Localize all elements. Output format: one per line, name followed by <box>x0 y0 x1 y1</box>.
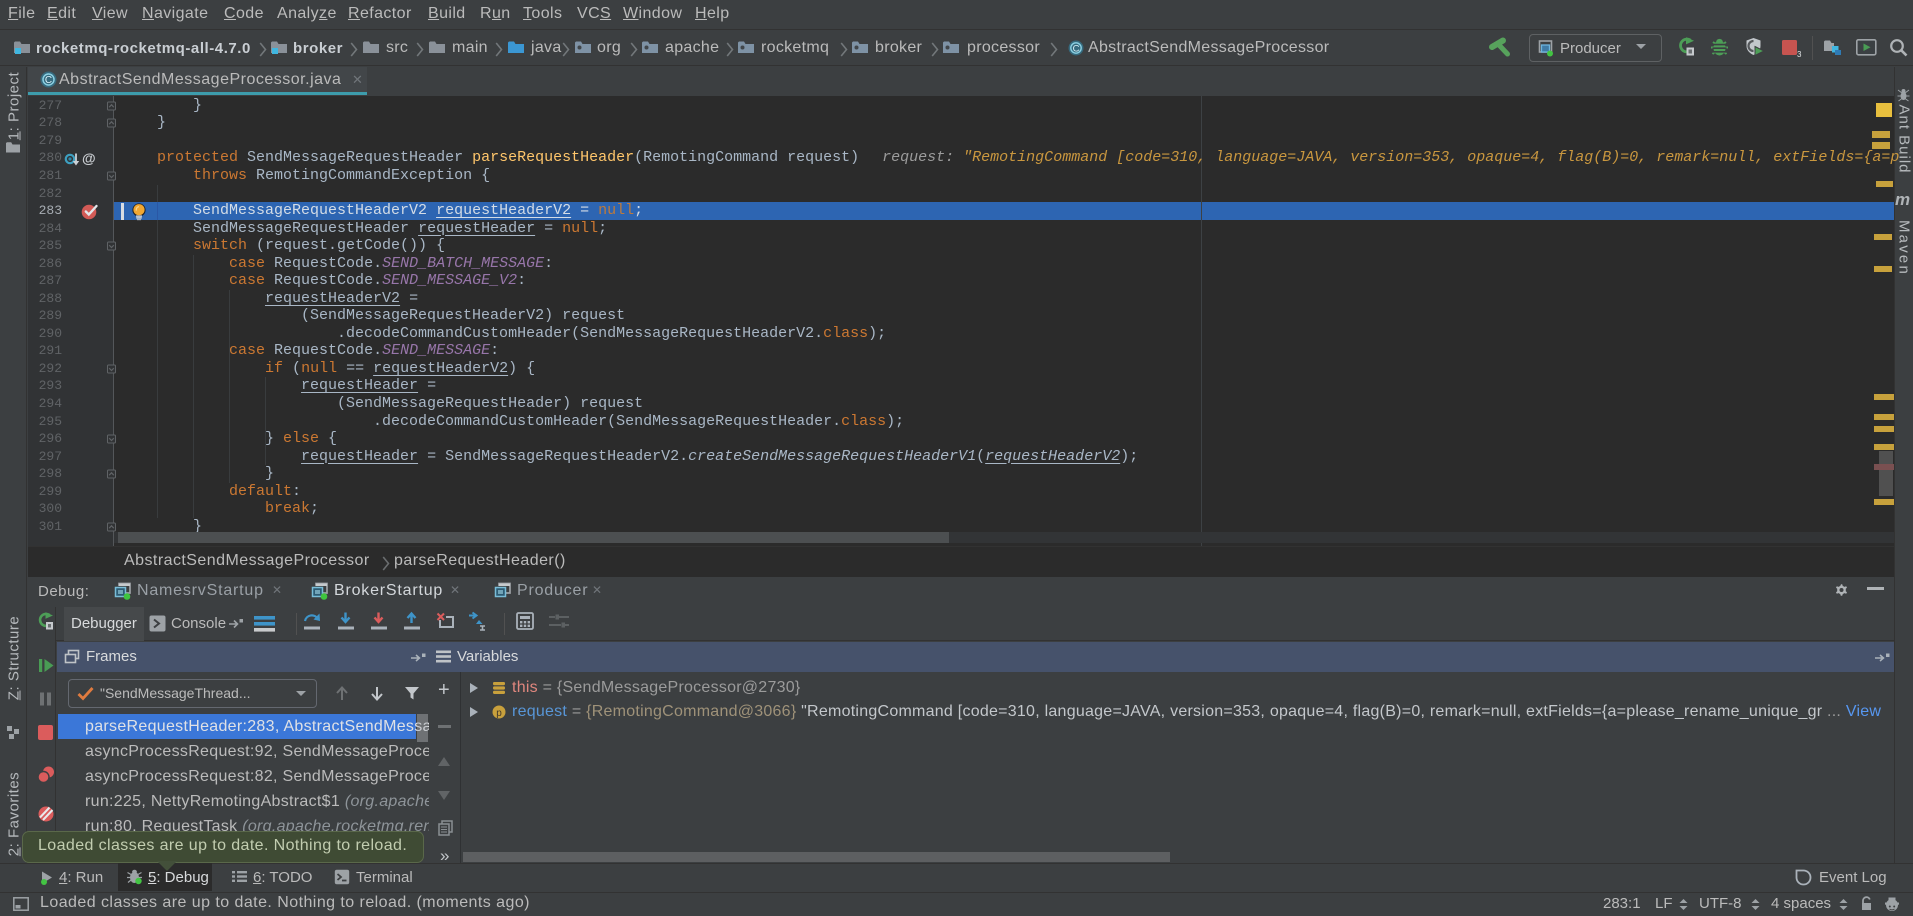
svg-text:C: C <box>45 75 52 86</box>
svg-text:3: 3 <box>1797 50 1802 59</box>
svg-text:C: C <box>1073 44 1080 55</box>
svg-text:p: p <box>496 708 502 719</box>
